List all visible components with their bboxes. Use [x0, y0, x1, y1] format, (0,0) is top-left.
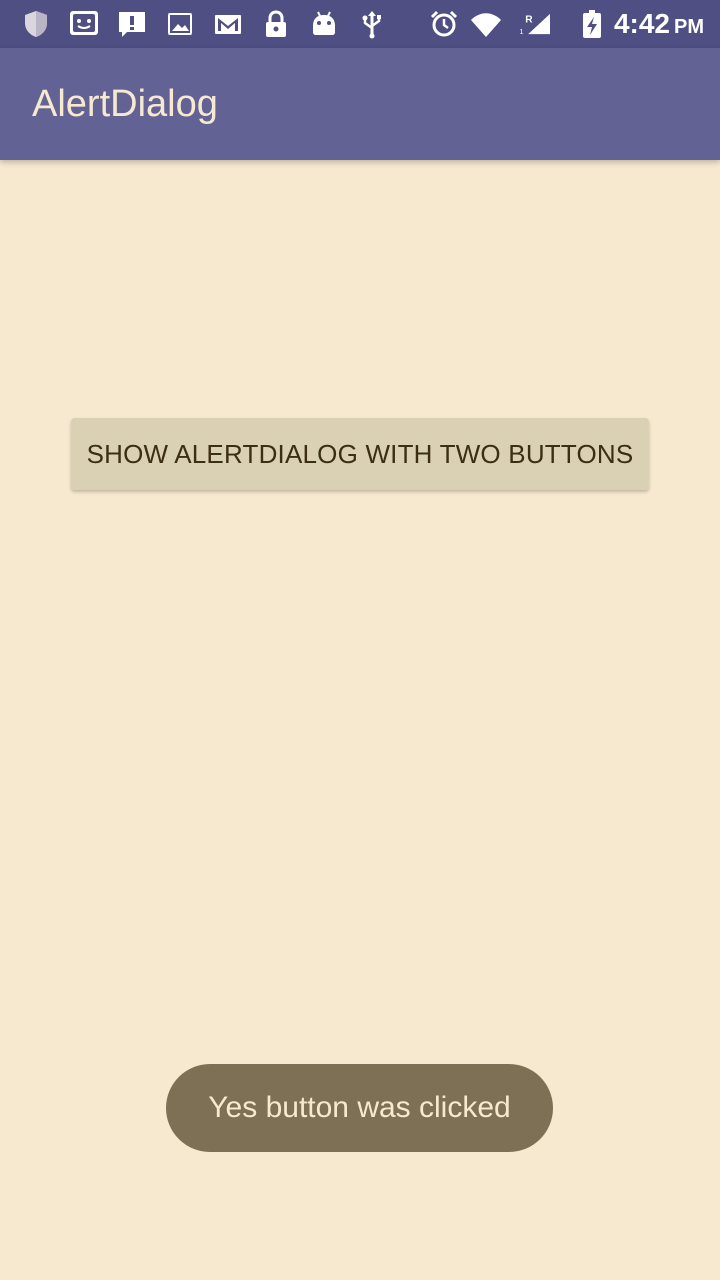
sim-slot-label: 1: [519, 27, 523, 36]
wifi-icon: [471, 13, 501, 37]
time-ampm: PM: [674, 16, 704, 38]
toast-message: Yes button was clicked: [166, 1064, 553, 1152]
lock-icon: [266, 10, 286, 37]
signal-icon: R 1: [519, 13, 550, 36]
alarm-icon: [430, 10, 458, 37]
show-alertdialog-button[interactable]: SHOW ALERTDIALOG WITH TWO BUTTONS: [71, 418, 649, 490]
app-title: AlertDialog: [32, 83, 218, 125]
image-icon: [168, 13, 192, 35]
status-bar: R 1 4:42 PM: [0, 0, 720, 48]
battery-charging-icon: [583, 10, 601, 38]
roaming-label: R: [525, 15, 533, 26]
gmail-icon: [215, 15, 241, 34]
status-time: 4:42 PM: [614, 4, 704, 44]
alert-message-icon: [119, 12, 145, 37]
time-text: 4:42: [613, 8, 670, 39]
usb-icon: [362, 11, 381, 39]
app-bar: AlertDialog: [0, 48, 720, 160]
shield-icon: [25, 11, 47, 37]
face-notification-icon: [70, 11, 98, 35]
android-icon: [313, 11, 335, 35]
